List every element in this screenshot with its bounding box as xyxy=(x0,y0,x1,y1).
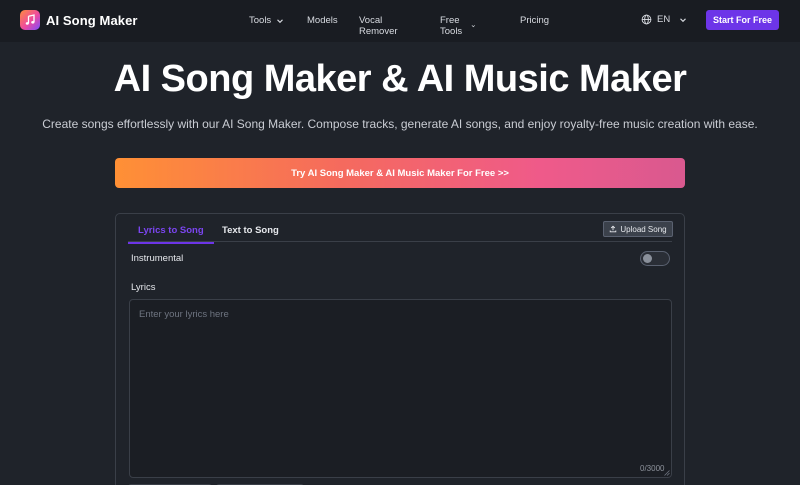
tab-lyrics-to-song[interactable]: Lyrics to Song xyxy=(128,225,214,244)
instrumental-toggle[interactable] xyxy=(640,251,670,266)
nav-item-vocal-remover[interactable]: Vocal Remover xyxy=(359,15,398,37)
globe-icon xyxy=(641,14,652,25)
page-title: AI Song Maker & AI Music Maker xyxy=(113,58,687,100)
upload-icon xyxy=(610,225,617,233)
nav-item-label: Models xyxy=(307,15,338,26)
chevron-down-icon xyxy=(277,18,284,23)
lyrics-label: Lyrics xyxy=(131,282,156,293)
tab-text-to-song[interactable]: Text to Song xyxy=(222,225,279,236)
start-for-free-button[interactable]: Start For Free xyxy=(706,10,779,30)
upload-song-button[interactable]: Upload Song xyxy=(603,221,673,237)
upload-song-label: Upload Song xyxy=(620,224,667,234)
character-counter: 0/3000 xyxy=(640,464,665,473)
nav-item-tools[interactable]: Tools xyxy=(249,15,284,26)
nav-item-pricing[interactable]: Pricing xyxy=(520,15,549,26)
chevron-down-icon xyxy=(471,25,475,28)
brand[interactable]: AI Song Maker xyxy=(20,10,138,30)
page-subtitle: Create songs effortlessly with our AI So… xyxy=(42,117,758,131)
chevron-down-icon xyxy=(680,17,687,22)
music-note-icon xyxy=(20,10,40,30)
language-selector[interactable]: EN xyxy=(641,14,687,25)
nav-item-free-tools[interactable]: Free Tools xyxy=(440,15,475,37)
toggle-knob xyxy=(643,254,652,263)
lyrics-input[interactable] xyxy=(129,299,672,478)
song-generator-panel: Lyrics to Song Text to Song Upload Song … xyxy=(115,213,685,485)
nav-item-label: Tools xyxy=(249,15,272,26)
try-for-free-button[interactable]: Try AI Song Maker & AI Music Maker For F… xyxy=(115,158,685,188)
mode-tabs: Lyrics to Song Text to Song xyxy=(128,222,672,244)
instrumental-label: Instrumental xyxy=(131,253,184,264)
language-code: EN xyxy=(657,14,671,25)
nav-item-label: Vocal Remover xyxy=(359,15,398,37)
nav-item-label: Pricing xyxy=(520,15,550,26)
resize-grip-icon[interactable] xyxy=(663,469,670,476)
nav-item-label: Free Tools xyxy=(440,15,463,37)
nav-item-models[interactable]: Models xyxy=(307,15,338,26)
brand-name: AI Song Maker xyxy=(46,12,138,28)
top-navigation: AI Song Maker Tools Models Vocal Remover… xyxy=(0,0,800,42)
